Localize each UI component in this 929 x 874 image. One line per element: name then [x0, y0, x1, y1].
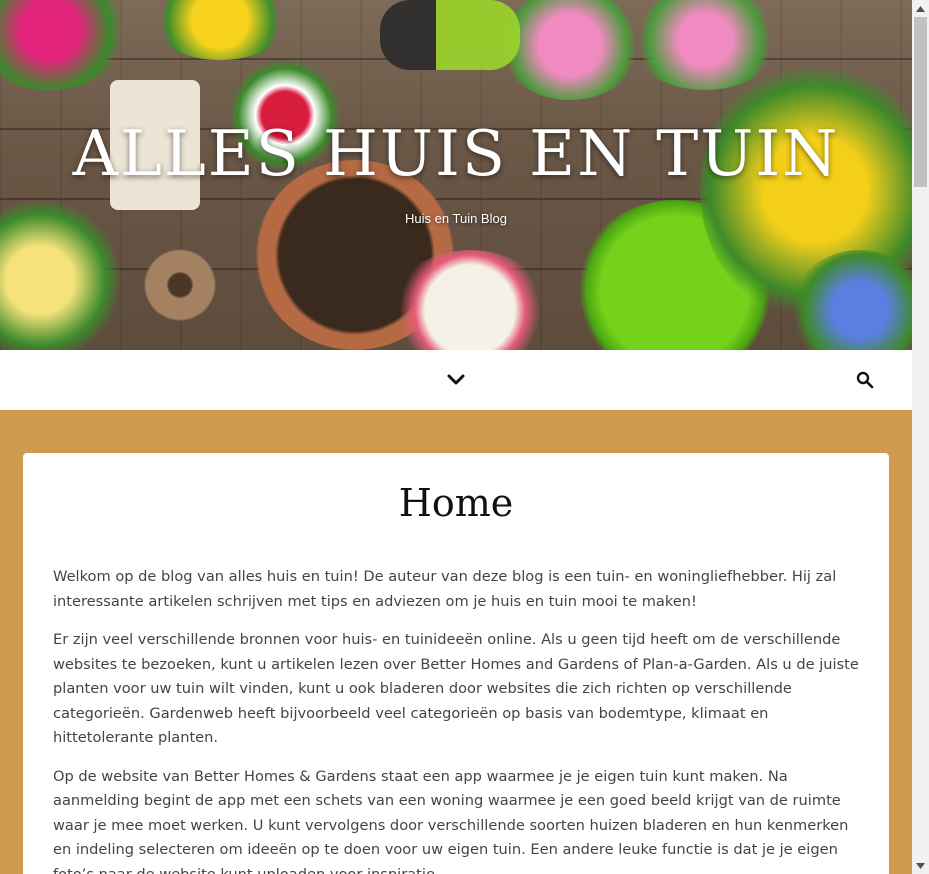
viewport: ALLES HUIS EN TUIN Huis en Tuin Blog Hom… — [0, 0, 912, 874]
pruning-shears-decoration — [380, 0, 520, 70]
flowers-decoration — [0, 0, 130, 90]
vertical-scrollbar[interactable] — [912, 0, 929, 874]
twine-decoration — [140, 245, 220, 325]
paragraph: Op de website van Better Homes & Gardens… — [53, 767, 849, 874]
site-title[interactable]: ALLES HUIS EN TUIN — [0, 117, 912, 190]
scroll-down-button[interactable] — [912, 857, 929, 874]
search-toggle-button[interactable] — [856, 371, 874, 389]
menu-toggle-button[interactable] — [446, 370, 466, 390]
chevron-down-icon — [447, 374, 465, 385]
paragraph: Welkom op de blog van alles huis en tuin… — [53, 568, 837, 610]
site-tagline: Huis en Tuin Blog — [405, 211, 507, 226]
page-body: Welkom op de blog van alles huis en tuin… — [53, 565, 859, 874]
scrollbar-thumb[interactable] — [914, 17, 927, 187]
search-icon — [856, 371, 874, 389]
scroll-up-arrow-icon — [916, 5, 925, 12]
main-navigation — [0, 350, 912, 410]
scroll-down-arrow-icon — [916, 862, 925, 869]
header-hero-image: ALLES HUIS EN TUIN Huis en Tuin Blog — [0, 0, 912, 350]
paragraph: Er zijn veel verschillende bronnen voor … — [53, 631, 859, 746]
page-content-card: Home Welkom op de blog van alles huis en… — [23, 453, 889, 874]
scroll-up-button[interactable] — [912, 0, 929, 17]
page-title: Home — [398, 481, 514, 525]
